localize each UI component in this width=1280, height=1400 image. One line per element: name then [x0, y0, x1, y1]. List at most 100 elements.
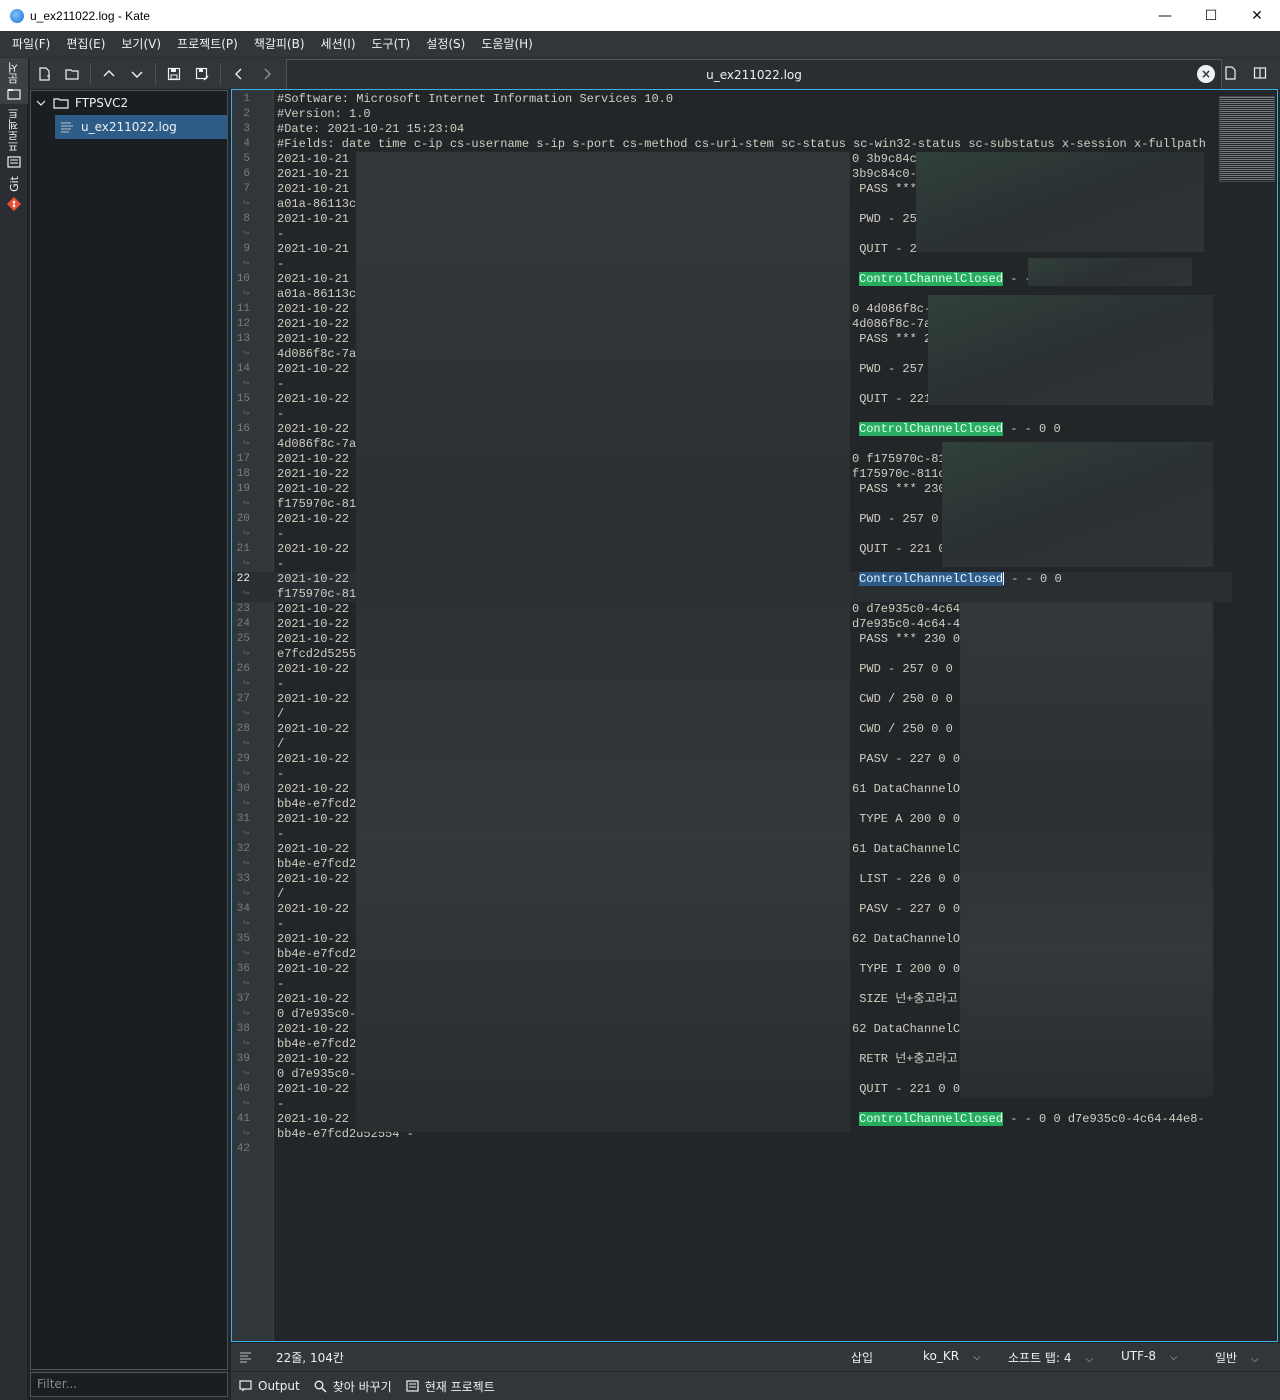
line-number: 23 [236, 603, 250, 615]
line-text-tail: PASS *** [852, 182, 917, 196]
line-text: 2021-10-22 [277, 362, 357, 376]
side-tab-strip: 문서 프로젝트 Git [0, 58, 28, 1400]
wrap-indicator-icon: ↪ [243, 768, 250, 780]
search-highlight: ControlChannelClosed [859, 422, 1004, 436]
search-icon [314, 1380, 327, 1393]
status-bar: 22줄, 104칸 삽입 ko_KR ⌵ 소프트 탭: 4 ⌵ UTF-8 ⌵ 일반 ⌵ [231, 1343, 1280, 1371]
menu-tools[interactable]: 도구(T) [364, 31, 419, 58]
line-text-tail: QUIT - 221 [852, 392, 932, 406]
line-text: 2021-10-22 [277, 902, 357, 916]
tree-folder-row[interactable]: FTPSVC2 [31, 91, 227, 115]
open-folder-icon [65, 68, 79, 80]
wrap-indicator-icon: ↪ [243, 888, 250, 900]
current-project-toolview-button[interactable]: 현재 프로젝트 [406, 1378, 495, 1395]
open-folder-button[interactable] [58, 60, 86, 88]
line-text: 2021-10-22 [277, 422, 357, 436]
document-tab[interactable]: u_ex211022.log × [286, 59, 1222, 89]
line-text-tail: CWD / 250 0 0 c [852, 692, 968, 706]
line-number: 24 [236, 618, 250, 630]
editor-line: 4 #Fields: date time c-ip cs-username s-i… [232, 137, 1232, 152]
output-label: Output [258, 1379, 300, 1393]
tree-filter-input[interactable]: Filter... [30, 1372, 228, 1397]
save-button[interactable] [160, 60, 188, 88]
line-text-tail: PASV - 227 0 0 [852, 902, 961, 916]
side-tab-projects[interactable]: 프로젝트 [0, 104, 28, 172]
previous-document-button[interactable] [95, 60, 123, 88]
line-text-tail: 0 3b9c84c0 [852, 152, 925, 166]
menu-project[interactable]: 프로젝트(P) [169, 31, 246, 58]
redacted-area [942, 442, 1213, 567]
search-replace-toolview-button[interactable]: 찾아 바꾸기 [314, 1378, 392, 1395]
search-highlight: ControlChannelClosed [859, 272, 1004, 286]
filetype-selector[interactable]: 일반 ⌵ [1215, 1349, 1259, 1366]
line-text: 2021-10-22 [277, 317, 357, 331]
encoding-selector[interactable]: UTF-8 ⌵ [1121, 1349, 1178, 1363]
line-text-tail: CWD / 250 0 0 c [852, 722, 968, 736]
editor-line: 42 [232, 1142, 1232, 1157]
tree-file-row[interactable]: u_ex211022.log [55, 115, 227, 139]
minimize-button[interactable]: — [1142, 0, 1188, 31]
menu-view[interactable]: 보기(V) [113, 31, 169, 58]
line-text: 0 d7e935c0-4 [277, 1007, 364, 1021]
output-toolview-button[interactable]: Output [239, 1379, 300, 1393]
wrap-indicator-icon: ↪ [243, 678, 250, 690]
wrap-indicator-icon: ↪ [243, 648, 250, 660]
text-editor[interactable]: 1 #Software: Microsoft Internet Informati… [231, 89, 1278, 1342]
line-text-tail: PWD - 257 0 [852, 512, 939, 526]
language-selector[interactable]: ko_KR ⌵ [923, 1349, 981, 1363]
menu-sessions[interactable]: 세션(I) [313, 31, 364, 58]
line-text: / [277, 707, 285, 721]
line-text-tail: 0 d7e935c0-4c64- [852, 602, 968, 616]
line-text: 2021-10-22 [277, 992, 357, 1006]
wrap-indicator-icon: ↪ [243, 558, 250, 570]
line-text-tail: PASS *** 230 0 [852, 632, 961, 646]
line-text: #Software: Microsoft Internet Informatio… [277, 92, 674, 106]
close-tab-icon[interactable]: × [1197, 65, 1215, 83]
line-text: 2021-10-22 [277, 392, 357, 406]
cursor-position[interactable]: 22줄, 104칸 [276, 1349, 344, 1366]
menu-settings[interactable]: 설정(S) [418, 31, 473, 58]
line-number: 30 [236, 783, 250, 795]
chevron-down-icon [131, 71, 143, 78]
line-text: 2021-10-22 [277, 962, 357, 976]
line-number: 20 [236, 513, 250, 525]
menu-file[interactable]: 파일(F) [4, 31, 58, 58]
line-text: 2021-10-22 [277, 572, 357, 586]
input-mode[interactable]: 삽입 [851, 1349, 873, 1366]
side-tab-documents[interactable]: 문서 [0, 58, 28, 104]
split-view-button[interactable] [1246, 59, 1274, 87]
wrap-indicator-icon: ↪ [243, 528, 250, 540]
forward-button[interactable] [253, 60, 281, 88]
maximize-button[interactable]: ☐ [1188, 0, 1234, 31]
line-text: 2021-10-22 [277, 332, 357, 346]
menu-help[interactable]: 도움말(H) [473, 31, 541, 58]
editor-line: 1 #Software: Microsoft Internet Informati… [232, 92, 1232, 107]
side-tab-git[interactable]: Git [0, 172, 28, 216]
line-text: bb4e-e7fcd2c [277, 797, 364, 811]
line-text-tail: PASS *** 2 [852, 332, 932, 346]
line-text: a01a-86113c5 [277, 287, 364, 301]
line-number: 15 [236, 393, 250, 405]
filetype-label: 일반 [1215, 1351, 1238, 1365]
wrap-indicator-icon: ↪ [243, 588, 250, 600]
menu-edit[interactable]: 편집(E) [58, 31, 113, 58]
chevron-down-icon[interactable] [35, 97, 47, 109]
line-number: 36 [236, 963, 250, 975]
line-text: - [277, 377, 285, 391]
search-replace-label: 찾아 바꾸기 [332, 1379, 392, 1394]
back-button[interactable] [225, 60, 253, 88]
next-document-button[interactable] [123, 60, 151, 88]
minimap[interactable] [1219, 96, 1275, 182]
menu-bookmarks[interactable]: 책갈피(B) [246, 31, 313, 58]
line-number: 35 [236, 933, 250, 945]
line-text: 2021-10-21 [277, 212, 357, 226]
indent-selector[interactable]: 소프트 탭: 4 ⌵ [1008, 1349, 1093, 1366]
new-document-button[interactable] [30, 60, 58, 88]
line-number: 18 [236, 468, 250, 480]
save-as-button[interactable] [188, 60, 216, 88]
line-text-tail: SIZE 넌+충고라고 [852, 992, 958, 1006]
line-text: 2021-10-22 [277, 662, 357, 676]
line-text: 2021-10-21 [277, 152, 357, 166]
tree-filter-placeholder: Filter... [37, 1377, 78, 1391]
close-window-button[interactable]: ✕ [1234, 0, 1280, 31]
